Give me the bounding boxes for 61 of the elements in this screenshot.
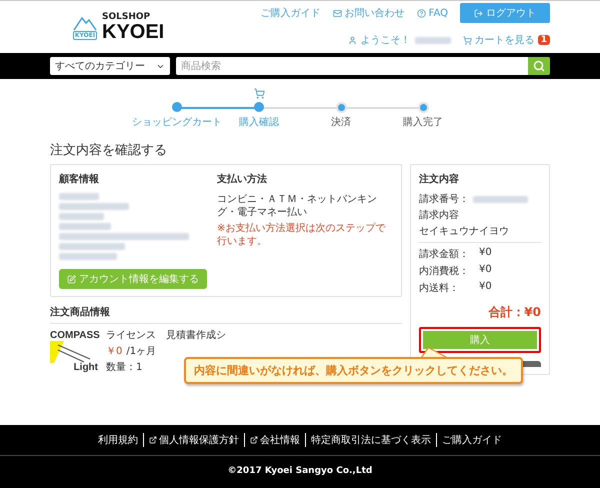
section-heading: 顧客情報 [59, 172, 100, 186]
amount-label: 内消費税： [419, 264, 470, 278]
logo-text: KYOEI [102, 22, 164, 42]
redacted-text [59, 213, 104, 220]
logout-icon [474, 8, 483, 18]
amount-value: ¥0 [479, 264, 493, 277]
footer-link[interactable]: 利用規約 [93, 433, 143, 447]
redacted-text [473, 196, 528, 203]
total-amount: 合計：¥0 [488, 304, 541, 321]
redacted-text [414, 36, 451, 44]
logout-button[interactable]: ログアウト [460, 3, 550, 23]
page-title: 注文内容を確認する [50, 142, 168, 159]
cart-link[interactable]: カートを見る 1 [462, 33, 550, 47]
section-heading: 注文商品情報 [50, 305, 402, 324]
product-period: /1ヶ月 [126, 345, 156, 358]
redacted-text [59, 243, 125, 250]
cart-count: 1 [538, 35, 550, 45]
payment-note: ※お支払い方法選択は次のステップで行います。 [217, 222, 386, 248]
category-select[interactable]: すべてのカテゴリー [50, 57, 170, 75]
redacted-text [59, 203, 129, 210]
welcome-text: ようこそ！ [360, 34, 411, 47]
buy-button[interactable]: 購入 [419, 327, 541, 353]
step-label: ショッピングカート [132, 116, 222, 129]
amount-value: ¥0 [479, 281, 493, 294]
redacted-text [59, 193, 99, 200]
footer-link[interactable]: 特定商取引法に基づく表示 [305, 433, 436, 447]
redacted-text [59, 223, 111, 230]
amount-value: ¥0 [479, 247, 493, 260]
cart-icon [462, 36, 472, 44]
amount-label: 請求金額： [419, 248, 470, 261]
search-button[interactable] [528, 57, 550, 75]
payment-method: コンビニ・ＡＴＭ・ネットバンキング・電子マネー払い [217, 193, 378, 219]
search-field[interactable]: 商品検索 [176, 57, 528, 75]
search-icon [533, 60, 545, 72]
step-label: 購入確認 [239, 116, 279, 129]
content-value: セイキュウナイヨウ [419, 225, 510, 238]
user-icon [348, 36, 357, 44]
product-name: ライセンス 見積書作成シ [106, 329, 226, 342]
section-heading: 注文内容 [419, 172, 460, 186]
help-icon [416, 8, 426, 18]
header-link[interactable]: お問い合わせ [332, 6, 405, 20]
product-price: ￥0 [106, 345, 122, 358]
order-number-label: 請求番号： [419, 193, 469, 206]
edit-icon [67, 274, 76, 284]
mail-icon [332, 8, 342, 18]
content-label: 請求内容 [419, 209, 460, 222]
header-link[interactable]: ご購入ガイド [260, 6, 321, 20]
product-quantity: 数量：1 [106, 361, 142, 374]
amount-label: 内送料： [419, 282, 460, 295]
section-heading: 支払い方法 [217, 172, 268, 186]
footer-link[interactable]: 会社情報 [244, 433, 305, 447]
step-label: 決済 [331, 116, 351, 129]
logo-text: SOLSHOP [102, 12, 152, 22]
redacted-text [59, 253, 117, 260]
footer-link[interactable]: 個人情報保護方針 [143, 433, 244, 447]
edit-account-button[interactable]: アカウント情報を編集する [59, 269, 207, 289]
footer-link[interactable]: ご購入ガイド [436, 433, 507, 447]
product-logo: COMPASS Light [50, 330, 98, 372]
step-label: 購入完了 [403, 116, 443, 129]
header-link[interactable]: FAQ [416, 8, 448, 18]
copyright: ©2017 Kyoei Sangyo Co.,Ltd [226, 465, 374, 478]
